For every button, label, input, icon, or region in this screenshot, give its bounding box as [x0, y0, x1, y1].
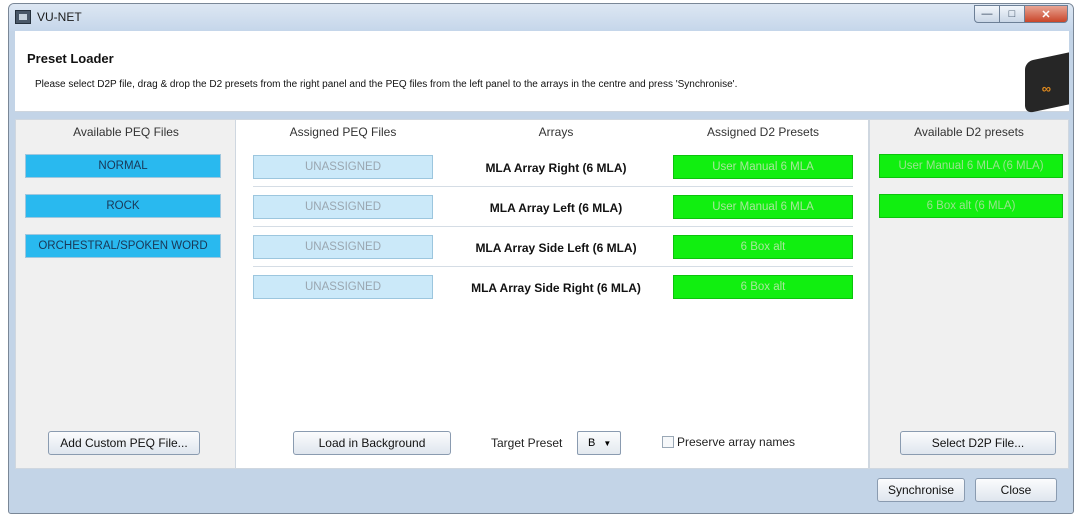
app-window: VU-NET — □ ✕ Preset Loader Please select…	[8, 3, 1074, 514]
chevron-down-icon: ▼	[603, 438, 612, 448]
assigned-peq-slot[interactable]: UNASSIGNED	[253, 155, 433, 179]
assigned-peq-slot[interactable]: UNASSIGNED	[253, 195, 433, 219]
target-preset-label: Target Preset	[491, 436, 563, 450]
d2-preset-item[interactable]: User Manual 6 MLA (6 MLA)	[879, 154, 1063, 178]
row-divider	[253, 226, 853, 227]
preserve-names-checkbox[interactable]	[662, 436, 674, 448]
assigned-d2-slot[interactable]: 6 Box alt	[673, 275, 853, 299]
preserve-names-label: Preserve array names	[677, 435, 796, 449]
assignment-panel: Assigned PEQ Files Arrays Assigned D2 Pr…	[235, 119, 869, 469]
page-title: Preset Loader	[27, 51, 114, 66]
array-label: MLA Array Left (6 MLA)	[489, 201, 623, 215]
add-custom-peq-button[interactable]: Add Custom PEQ File...	[48, 431, 200, 455]
assigned-peq-slot[interactable]: UNASSIGNED	[253, 235, 433, 259]
target-preset-value: B	[588, 437, 596, 449]
peq-item-rock[interactable]: ROCK	[25, 194, 221, 218]
select-d2p-button[interactable]: Select D2P File...	[900, 431, 1056, 455]
assigned-peq-slot[interactable]: UNASSIGNED	[253, 275, 433, 299]
peq-item-normal[interactable]: NORMAL	[25, 154, 221, 178]
minimize-icon[interactable]: —	[974, 5, 1000, 23]
footer: Synchronise Close	[15, 469, 1069, 509]
row-divider	[253, 186, 853, 187]
window-title: VU-NET	[37, 10, 82, 24]
assigned-d2-slot[interactable]: 6 Box alt	[673, 235, 853, 259]
arrays-heading: Arrays	[538, 125, 574, 139]
header: Preset Loader Please select D2P file, dr…	[15, 31, 1069, 114]
close-icon[interactable]: ✕	[1024, 5, 1068, 23]
app-icon	[15, 10, 31, 24]
assigned-d2-slot[interactable]: User Manual 6 MLA	[673, 195, 853, 219]
assigned-peq-heading: Assigned PEQ Files	[289, 125, 397, 139]
d2-preset-item[interactable]: 6 Box alt (6 MLA)	[879, 194, 1063, 218]
row-divider	[253, 266, 853, 267]
load-in-background-button[interactable]: Load in Background	[293, 431, 451, 455]
available-peq-heading: Available PEQ Files	[73, 125, 179, 139]
array-label: MLA Array Right (6 MLA)	[485, 161, 627, 175]
close-button[interactable]: Close	[975, 478, 1057, 502]
maximize-icon[interactable]: □	[999, 5, 1025, 23]
target-preset-select[interactable]: B ▼	[577, 431, 621, 455]
instructions-text: Please select D2P file, drag & drop the …	[35, 79, 738, 90]
logo-mark-icon: ∞	[1041, 81, 1051, 96]
window-controls: — □ ✕	[974, 5, 1068, 23]
assigned-d2-heading: Assigned D2 Presets	[706, 125, 820, 139]
available-d2-heading: Available D2 presets	[914, 125, 1024, 139]
assigned-d2-slot[interactable]: User Manual 6 MLA	[673, 155, 853, 179]
title-bar[interactable]: VU-NET — □ ✕	[9, 4, 1073, 31]
available-peq-panel: Available PEQ Files NORMAL ROCK ORCHESTR…	[15, 119, 237, 469]
peq-item-orchestral[interactable]: ORCHESTRAL/SPOKEN WORD	[25, 234, 221, 258]
array-label: MLA Array Side Left (6 MLA)	[475, 241, 637, 255]
synchronise-button[interactable]: Synchronise	[877, 478, 965, 502]
available-d2-panel: Available D2 presets User Manual 6 MLA (…	[869, 119, 1069, 469]
array-label: MLA Array Side Right (6 MLA)	[471, 281, 641, 295]
